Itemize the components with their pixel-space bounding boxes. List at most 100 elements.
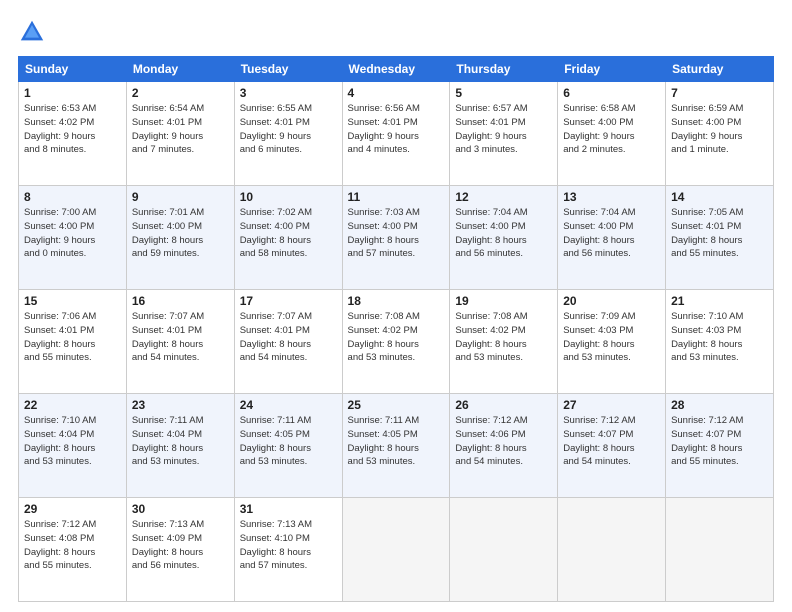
day-number: 23 <box>132 398 229 412</box>
day-number: 15 <box>24 294 121 308</box>
day-info: Sunrise: 7:11 AMSunset: 4:04 PMDaylight:… <box>132 414 229 469</box>
day-number: 7 <box>671 86 768 100</box>
day-info: Sunrise: 7:00 AMSunset: 4:00 PMDaylight:… <box>24 206 121 261</box>
logo <box>18 18 50 46</box>
weekday-thursday: Thursday <box>450 57 558 82</box>
calendar-cell: 1 Sunrise: 6:53 AMSunset: 4:02 PMDaylight… <box>19 82 127 186</box>
day-number: 24 <box>240 398 337 412</box>
day-number: 16 <box>132 294 229 308</box>
day-number: 25 <box>348 398 445 412</box>
day-info: Sunrise: 7:13 AMSunset: 4:10 PMDaylight:… <box>240 518 337 573</box>
weekday-tuesday: Tuesday <box>234 57 342 82</box>
day-info: Sunrise: 7:12 AMSunset: 4:07 PMDaylight:… <box>563 414 660 469</box>
calendar-cell: 4 Sunrise: 6:56 AMSunset: 4:01 PMDaylight… <box>342 82 450 186</box>
day-number: 3 <box>240 86 337 100</box>
day-info: Sunrise: 7:06 AMSunset: 4:01 PMDaylight:… <box>24 310 121 365</box>
day-info: Sunrise: 6:58 AMSunset: 4:00 PMDaylight:… <box>563 102 660 157</box>
calendar-cell: 20 Sunrise: 7:09 AMSunset: 4:03 PMDayligh… <box>558 290 666 394</box>
page: SundayMondayTuesdayWednesdayThursdayFrid… <box>0 0 792 612</box>
day-info: Sunrise: 6:53 AMSunset: 4:02 PMDaylight:… <box>24 102 121 157</box>
calendar-cell: 15 Sunrise: 7:06 AMSunset: 4:01 PMDayligh… <box>19 290 127 394</box>
calendar-cell: 23 Sunrise: 7:11 AMSunset: 4:04 PMDayligh… <box>126 394 234 498</box>
day-number: 12 <box>455 190 552 204</box>
day-number: 27 <box>563 398 660 412</box>
weekday-monday: Monday <box>126 57 234 82</box>
day-number: 6 <box>563 86 660 100</box>
day-number: 1 <box>24 86 121 100</box>
day-info: Sunrise: 7:08 AMSunset: 4:02 PMDaylight:… <box>455 310 552 365</box>
day-number: 4 <box>348 86 445 100</box>
day-info: Sunrise: 7:10 AMSunset: 4:03 PMDaylight:… <box>671 310 768 365</box>
calendar-cell: 25 Sunrise: 7:11 AMSunset: 4:05 PMDayligh… <box>342 394 450 498</box>
day-info: Sunrise: 7:12 AMSunset: 4:07 PMDaylight:… <box>671 414 768 469</box>
day-info: Sunrise: 6:59 AMSunset: 4:00 PMDaylight:… <box>671 102 768 157</box>
day-number: 10 <box>240 190 337 204</box>
day-number: 26 <box>455 398 552 412</box>
weekday-sunday: Sunday <box>19 57 127 82</box>
day-number: 30 <box>132 502 229 516</box>
day-info: Sunrise: 7:11 AMSunset: 4:05 PMDaylight:… <box>348 414 445 469</box>
day-info: Sunrise: 7:07 AMSunset: 4:01 PMDaylight:… <box>240 310 337 365</box>
week-row-4: 22 Sunrise: 7:10 AMSunset: 4:04 PMDayligh… <box>19 394 774 498</box>
day-number: 21 <box>671 294 768 308</box>
weekday-saturday: Saturday <box>666 57 774 82</box>
calendar-cell: 31 Sunrise: 7:13 AMSunset: 4:10 PMDayligh… <box>234 498 342 602</box>
day-number: 14 <box>671 190 768 204</box>
day-info: Sunrise: 7:07 AMSunset: 4:01 PMDaylight:… <box>132 310 229 365</box>
calendar-cell <box>342 498 450 602</box>
day-number: 13 <box>563 190 660 204</box>
day-number: 2 <box>132 86 229 100</box>
calendar-cell: 28Sunrise: 7:12 AMSunset: 4:07 PMDayligh… <box>666 394 774 498</box>
day-info: Sunrise: 7:12 AMSunset: 4:06 PMDaylight:… <box>455 414 552 469</box>
day-number: 20 <box>563 294 660 308</box>
header <box>18 18 774 46</box>
day-number: 9 <box>132 190 229 204</box>
day-info: Sunrise: 7:12 AMSunset: 4:08 PMDaylight:… <box>24 518 121 573</box>
calendar-cell: 3 Sunrise: 6:55 AMSunset: 4:01 PMDaylight… <box>234 82 342 186</box>
calendar-cell: 29 Sunrise: 7:12 AMSunset: 4:08 PMDayligh… <box>19 498 127 602</box>
day-info: Sunrise: 6:54 AMSunset: 4:01 PMDaylight:… <box>132 102 229 157</box>
calendar-cell: 19 Sunrise: 7:08 AMSunset: 4:02 PMDayligh… <box>450 290 558 394</box>
day-info: Sunrise: 7:13 AMSunset: 4:09 PMDaylight:… <box>132 518 229 573</box>
day-info: Sunrise: 7:04 AMSunset: 4:00 PMDaylight:… <box>455 206 552 261</box>
day-info: Sunrise: 7:04 AMSunset: 4:00 PMDaylight:… <box>563 206 660 261</box>
day-number: 22 <box>24 398 121 412</box>
day-info: Sunrise: 7:01 AMSunset: 4:00 PMDaylight:… <box>132 206 229 261</box>
day-info: Sunrise: 7:05 AMSunset: 4:01 PMDaylight:… <box>671 206 768 261</box>
weekday-wednesday: Wednesday <box>342 57 450 82</box>
calendar-cell: 9 Sunrise: 7:01 AMSunset: 4:00 PMDaylight… <box>126 186 234 290</box>
day-number: 8 <box>24 190 121 204</box>
day-info: Sunrise: 7:09 AMSunset: 4:03 PMDaylight:… <box>563 310 660 365</box>
day-number: 29 <box>24 502 121 516</box>
day-number: 19 <box>455 294 552 308</box>
calendar-cell: 16 Sunrise: 7:07 AMSunset: 4:01 PMDayligh… <box>126 290 234 394</box>
day-info: Sunrise: 7:10 AMSunset: 4:04 PMDaylight:… <box>24 414 121 469</box>
day-number: 31 <box>240 502 337 516</box>
calendar-cell: 6 Sunrise: 6:58 AMSunset: 4:00 PMDaylight… <box>558 82 666 186</box>
day-info: Sunrise: 7:02 AMSunset: 4:00 PMDaylight:… <box>240 206 337 261</box>
day-number: 17 <box>240 294 337 308</box>
week-row-1: 1 Sunrise: 6:53 AMSunset: 4:02 PMDaylight… <box>19 82 774 186</box>
calendar-cell <box>666 498 774 602</box>
week-row-3: 15 Sunrise: 7:06 AMSunset: 4:01 PMDayligh… <box>19 290 774 394</box>
calendar-cell: 18Sunrise: 7:08 AMSunset: 4:02 PMDayligh… <box>342 290 450 394</box>
calendar-table: SundayMondayTuesdayWednesdayThursdayFrid… <box>18 56 774 602</box>
weekday-friday: Friday <box>558 57 666 82</box>
weekday-header-row: SundayMondayTuesdayWednesdayThursdayFrid… <box>19 57 774 82</box>
calendar-cell: 2 Sunrise: 6:54 AMSunset: 4:01 PMDaylight… <box>126 82 234 186</box>
day-info: Sunrise: 6:57 AMSunset: 4:01 PMDaylight:… <box>455 102 552 157</box>
calendar-cell: 30 Sunrise: 7:13 AMSunset: 4:09 PMDayligh… <box>126 498 234 602</box>
calendar-cell: 13 Sunrise: 7:04 AMSunset: 4:00 PMDayligh… <box>558 186 666 290</box>
day-number: 5 <box>455 86 552 100</box>
calendar-cell: 22 Sunrise: 7:10 AMSunset: 4:04 PMDayligh… <box>19 394 127 498</box>
logo-icon <box>18 18 46 46</box>
day-info: Sunrise: 7:03 AMSunset: 4:00 PMDaylight:… <box>348 206 445 261</box>
calendar-cell: 17 Sunrise: 7:07 AMSunset: 4:01 PMDayligh… <box>234 290 342 394</box>
day-info: Sunrise: 7:08 AMSunset: 4:02 PMDaylight:… <box>348 310 445 365</box>
calendar-cell: 7 Sunrise: 6:59 AMSunset: 4:00 PMDaylight… <box>666 82 774 186</box>
day-info: Sunrise: 6:55 AMSunset: 4:01 PMDaylight:… <box>240 102 337 157</box>
day-info: Sunrise: 6:56 AMSunset: 4:01 PMDaylight:… <box>348 102 445 157</box>
calendar-cell: 21 Sunrise: 7:10 AMSunset: 4:03 PMDayligh… <box>666 290 774 394</box>
calendar-cell: 12 Sunrise: 7:04 AMSunset: 4:00 PMDayligh… <box>450 186 558 290</box>
calendar-cell: 11Sunrise: 7:03 AMSunset: 4:00 PMDayligh… <box>342 186 450 290</box>
